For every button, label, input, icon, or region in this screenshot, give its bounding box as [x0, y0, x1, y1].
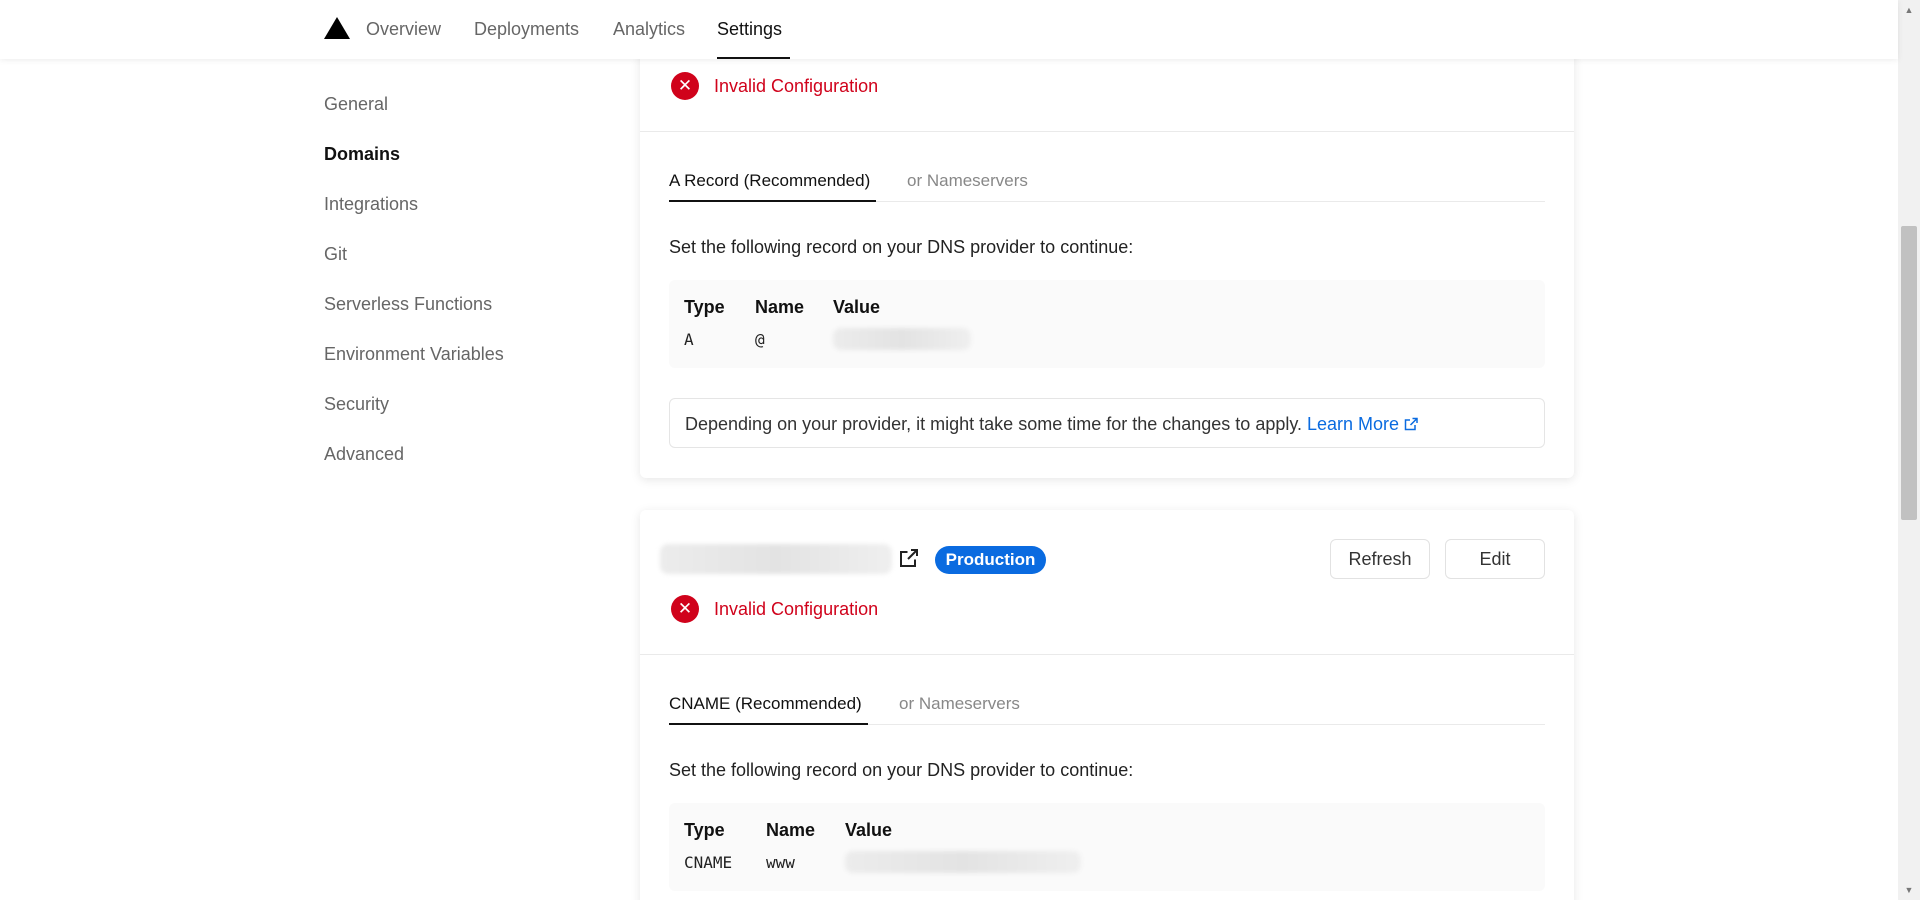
record-value-redacted	[845, 851, 1081, 873]
scrollbar-thumb[interactable]	[1901, 226, 1917, 520]
card-divider	[640, 654, 1574, 655]
card-divider	[640, 131, 1574, 132]
logo-triangle-icon[interactable]	[324, 17, 350, 39]
tab-a-record[interactable]: A Record (Recommended)	[669, 170, 870, 192]
dns-record-table: Type Name Value A @	[669, 280, 1545, 368]
status-invalid-configuration: Invalid Configuration	[714, 599, 879, 619]
external-link-icon[interactable]	[897, 546, 921, 570]
dns-instructions: Set the following record on your DNS pro…	[669, 237, 1134, 257]
sidebar-item-serverless-functions[interactable]: Serverless Functions	[324, 293, 492, 315]
notice-text: Depending on your provider, it might tak…	[685, 413, 1419, 435]
sidebar-item-git[interactable]: Git	[324, 243, 347, 265]
dns-instructions: Set the following record on your DNS pro…	[669, 760, 1134, 780]
column-header-value: Value	[845, 820, 893, 840]
column-header-type: Type	[684, 297, 725, 317]
domain-card-apex: ✕ Invalid Configuration A Record (Recomm…	[640, 40, 1574, 478]
tab-cname-record[interactable]: CNAME (Recommended)	[669, 693, 862, 715]
error-x-icon: ✕	[671, 595, 699, 623]
production-badge: Production	[935, 546, 1046, 574]
record-type-value: CNAME	[684, 853, 733, 872]
sidebar-item-advanced[interactable]: Advanced	[324, 443, 404, 465]
tab-nameservers[interactable]: or Nameservers	[907, 170, 1028, 192]
scroll-down-arrow-icon[interactable]: ▼	[1903, 884, 1915, 896]
refresh-button[interactable]: Refresh	[1330, 539, 1430, 579]
dns-record-table: Type Name Value CNAME www	[669, 803, 1545, 891]
column-header-type: Type	[684, 820, 725, 840]
status-invalid-configuration: Invalid Configuration	[714, 76, 879, 96]
sidebar-item-environment-variables[interactable]: Environment Variables	[324, 343, 504, 365]
sidebar-item-integrations[interactable]: Integrations	[324, 193, 418, 215]
learn-more-link[interactable]: Learn More	[1307, 414, 1399, 434]
edit-button[interactable]: Edit	[1445, 539, 1545, 579]
notice-message: Depending on your provider, it might tak…	[685, 414, 1308, 434]
record-value-redacted	[833, 328, 971, 350]
tab-analytics[interactable]: Analytics	[613, 18, 685, 40]
active-subtab-indicator	[669, 200, 876, 202]
active-subtab-indicator	[669, 723, 868, 725]
sidebar-item-security[interactable]: Security	[324, 393, 389, 415]
external-link-icon	[1404, 417, 1418, 431]
record-name-value: @	[755, 330, 765, 349]
tab-settings[interactable]: Settings	[717, 18, 782, 40]
tab-overview[interactable]: Overview	[366, 18, 441, 40]
tab-deployments[interactable]: Deployments	[474, 18, 579, 40]
column-header-name: Name	[766, 820, 816, 840]
record-name-value: www	[766, 853, 795, 872]
active-tab-indicator	[717, 57, 790, 59]
scroll-up-arrow-icon[interactable]: ▲	[1903, 4, 1915, 16]
column-header-value: Value	[833, 297, 881, 317]
top-navigation: Overview Deployments Analytics Settings	[0, 0, 1898, 59]
sidebar-item-general[interactable]: General	[324, 93, 388, 115]
column-header-name: Name	[755, 297, 805, 317]
tab-nameservers[interactable]: or Nameservers	[899, 693, 1020, 715]
propagation-notice: Depending on your provider, it might tak…	[669, 398, 1545, 448]
sidebar-item-domains[interactable]: Domains	[324, 143, 400, 165]
record-type-value: A	[684, 330, 694, 349]
domain-name-redacted[interactable]	[660, 544, 892, 574]
error-x-icon: ✕	[671, 72, 699, 100]
domain-card-www: Production Refresh Edit ✕ Invalid Config…	[640, 510, 1574, 900]
